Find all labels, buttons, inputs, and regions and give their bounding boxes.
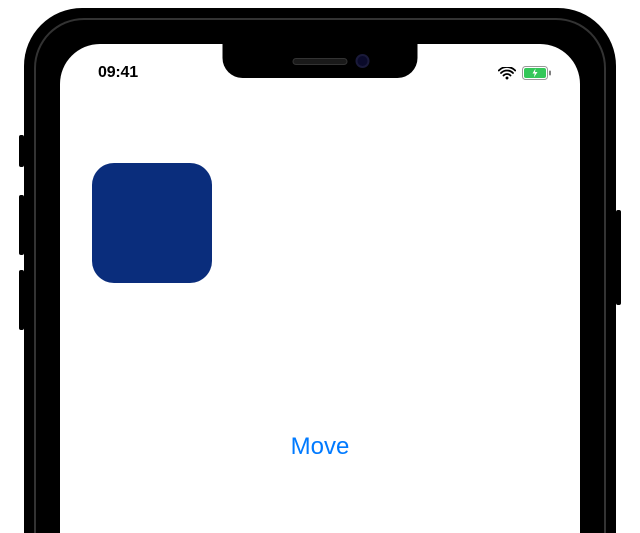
status-time: 09:41: [98, 64, 138, 82]
wifi-icon: [498, 67, 516, 80]
speaker: [293, 58, 348, 65]
battery-charging-icon: [522, 66, 552, 80]
power-button: [616, 210, 621, 305]
app-content: Move: [60, 88, 580, 533]
notch: [223, 44, 418, 78]
move-button[interactable]: Move: [291, 433, 350, 461]
front-camera: [356, 54, 370, 68]
status-indicators: [498, 66, 552, 80]
phone-frame: 09:41: [24, 8, 616, 533]
animated-box[interactable]: [92, 163, 212, 283]
phone-frame-inner: 09:41: [34, 18, 606, 533]
phone-screen: 09:41: [60, 44, 580, 533]
